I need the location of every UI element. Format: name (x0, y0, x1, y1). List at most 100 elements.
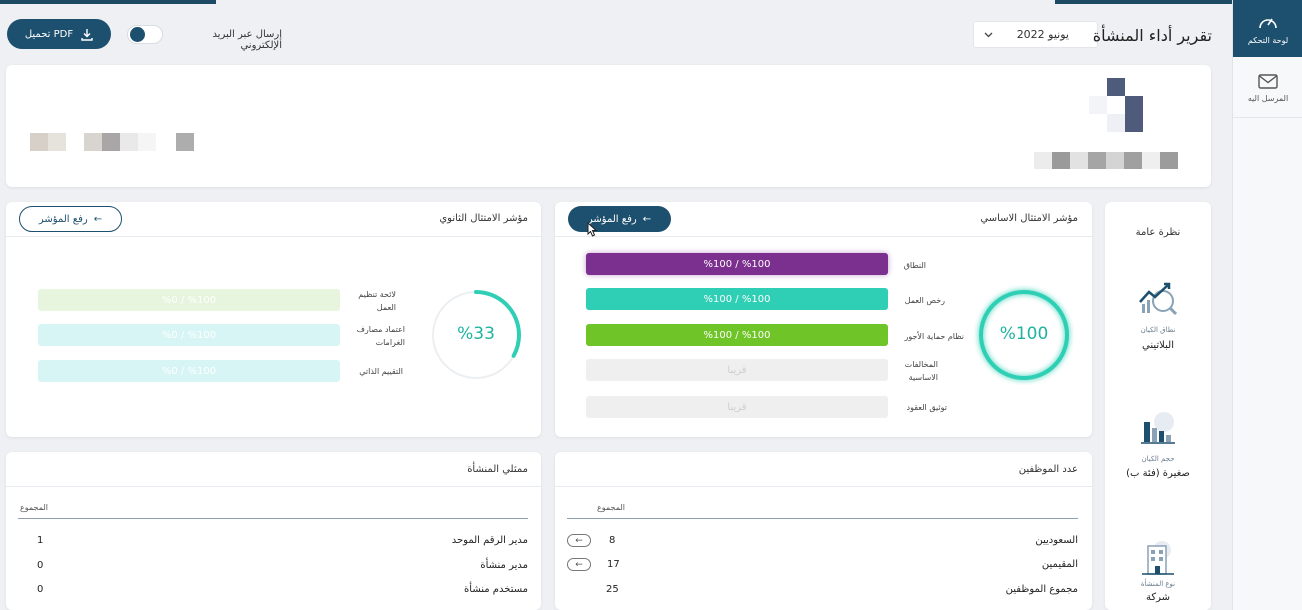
employees-card: عدد الموظفين المجموع ← 8 السعوديين ← 17 … (555, 452, 1092, 610)
primary-bar-label: المخالفات الاساسية (904, 360, 938, 382)
secondary-bar-self-assessment: %0 / %100 (38, 360, 340, 382)
gauge-icon (1259, 18, 1277, 28)
primary-compliance-title: مؤشر الامتثال الاساسي (980, 213, 1078, 224)
card-divider (6, 486, 541, 487)
email-toggle-label: إرسال عبر البريد الإلكتروني (212, 29, 282, 51)
secondary-bar-label: اعتماد مصارف الغرامات (356, 325, 405, 347)
page-title: تقرير أداء المنشأة (1092, 26, 1212, 45)
bar-total: %100 (187, 329, 217, 341)
bar-chart-icon (1141, 412, 1175, 444)
row-value: 8 (609, 535, 616, 546)
column-header-total: المجموع (597, 503, 625, 512)
bar-value: %100 (703, 258, 733, 270)
row-value: 0 (37, 560, 44, 571)
bar-total: %100 (741, 293, 771, 305)
bar-separator: / (177, 294, 188, 306)
primary-bar-label: النطاق (903, 261, 926, 270)
representatives-title: ممثلي المنشأة (467, 464, 528, 475)
overview-item-label: نطاق الكيان (1140, 326, 1176, 334)
row-label: مدير الرقم الموحد (451, 535, 528, 546)
overview-item-value: شركة (1145, 592, 1171, 603)
overview-item-value: البلاتيني (1142, 340, 1174, 351)
email-toggle[interactable] (127, 25, 163, 44)
bar-separator: / (732, 293, 742, 305)
arrow-left-icon: ← (575, 535, 583, 546)
bar-separator: / (177, 329, 188, 341)
overview-item-entity-range (1105, 280, 1211, 318)
row-value: 25 (606, 584, 619, 595)
overview-title: نظرة عامة (1135, 227, 1181, 238)
bar-total: %100 (187, 294, 217, 306)
period-value: يونيو 2022 (1016, 28, 1069, 41)
primary-raise-index-button[interactable]: رفع المؤشر ← (568, 206, 671, 232)
building-icon (1142, 541, 1174, 575)
card-divider (6, 236, 541, 237)
establishment-info-card (6, 65, 1211, 187)
arrow-left-icon: ← (642, 213, 652, 225)
bar-value: %100 (703, 329, 733, 341)
row-details-button[interactable]: ← (567, 558, 591, 571)
period-select[interactable]: يونيو 2022 (973, 21, 1098, 48)
bar-separator: / (732, 258, 742, 270)
secondary-bar-label: التقييم الذاتي (359, 367, 403, 376)
bar-total: %100 (741, 258, 771, 270)
sidebar: لوحة التحكم المرسل اليه (1232, 0, 1302, 610)
secondary-raise-index-button[interactable]: رفع المؤشر ← (19, 206, 122, 232)
download-pdf-label: تحميل PDF (24, 28, 74, 40)
column-header-total: المجموع (20, 503, 48, 512)
row-label: المقيمين (1041, 559, 1078, 570)
raise-index-label: رفع المؤشر (38, 213, 88, 225)
arrow-left-icon: ← (93, 213, 103, 225)
sidebar-item-inbox[interactable]: المرسل اليه (1233, 60, 1302, 118)
card-divider (555, 486, 1092, 487)
download-pdf-button[interactable]: تحميل PDF (7, 19, 111, 49)
arrow-left-icon: ← (575, 559, 583, 570)
download-icon (81, 28, 93, 41)
row-label: مجموع الموظفين (1005, 584, 1078, 595)
row-value: 0 (37, 584, 44, 595)
bar-value: %0 (161, 329, 178, 341)
secondary-compliance-percent: %33 (457, 324, 495, 344)
row-label: السعوديين (1035, 535, 1078, 546)
table-header-line (567, 518, 1078, 519)
secondary-bar-fines-banks: %0 / %100 (38, 324, 340, 346)
overview-item-establishment-type (1105, 540, 1211, 576)
primary-bar-wage-protection: %100 / %100 (586, 324, 888, 346)
sidebar-item-dashboard[interactable]: لوحة التحكم (1233, 0, 1302, 57)
bar-total: %100 (187, 365, 217, 377)
cursor-icon (587, 221, 598, 237)
secondary-bar-label: لائحة تنظيم العمل (358, 290, 396, 312)
sidebar-item-label: لوحة التحكم (1247, 35, 1289, 45)
bar-total: %100 (741, 329, 771, 341)
bar-value: %0 (161, 365, 178, 377)
bar-separator: / (732, 329, 742, 341)
secondary-bar-work-regulation: %0 / %100 (38, 289, 340, 311)
primary-bar-scope: %100 / %100 (586, 253, 888, 275)
overview-item-label: حجم الكيان (1141, 455, 1175, 463)
primary-bar-label: توثيق العقود (906, 403, 947, 412)
bar-value: قريبا (727, 364, 747, 376)
overview-card: نظرة عامة نطاق الكيان البلاتيني حجم الكي… (1105, 202, 1211, 610)
table-header-line (18, 518, 528, 519)
chevron-down-icon (984, 32, 993, 37)
bar-value: %100 (703, 293, 733, 305)
primary-compliance-percent: %100 (999, 324, 1049, 344)
row-details-button[interactable]: ← (567, 534, 591, 547)
overview-item-value: صغيرة (فئة ب) (1126, 468, 1190, 479)
primary-bar-label: رخص العمل (904, 296, 945, 305)
row-label: مستخدم منشأة (464, 584, 528, 595)
primary-bar-work-permits: %100 / %100 (586, 288, 888, 310)
sidebar-item-label: المرسل اليه (1247, 94, 1289, 103)
card-divider (555, 236, 1092, 237)
secondary-compliance-card: مؤشر الامتثال الثانوي رفع المؤشر ← %33 %… (6, 202, 541, 437)
overview-item-label: نوع المنشأة (1140, 580, 1176, 588)
overview-item-entity-size (1105, 410, 1211, 448)
primary-bar-contract-docs: قريبا (586, 396, 888, 418)
primary-compliance-card: مؤشر الامتثال الاساسي رفع المؤشر ← %100 … (555, 202, 1092, 437)
bar-separator: / (177, 365, 188, 377)
bar-value: قريبا (727, 401, 747, 413)
row-value: 1 (37, 535, 44, 546)
top-strip-left (0, 0, 216, 4)
growth-chart-icon (1139, 282, 1178, 316)
row-value: 17 (607, 559, 620, 570)
